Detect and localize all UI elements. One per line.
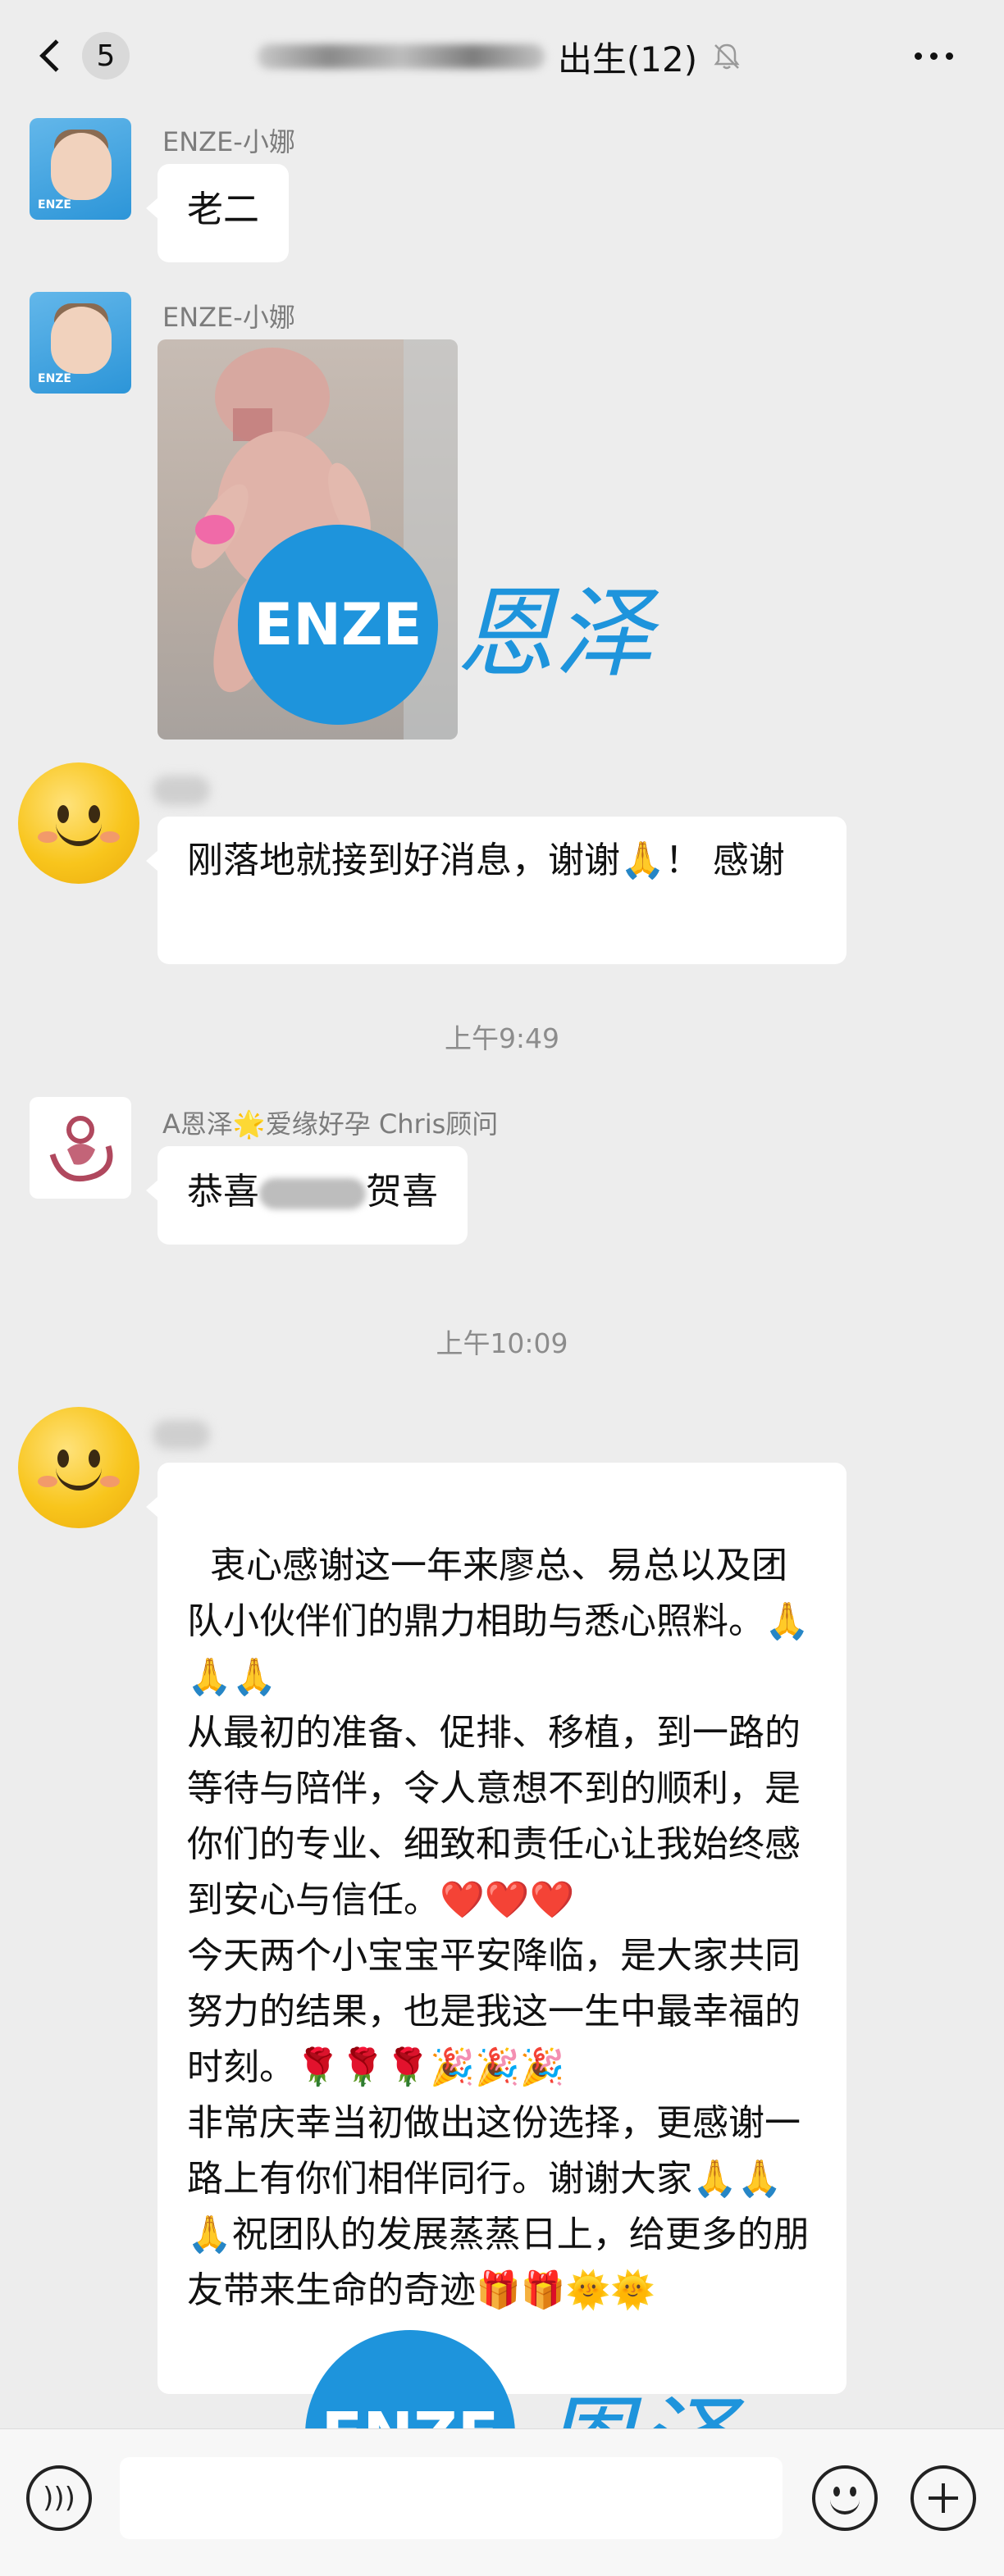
sender-name: ENZE-小娜 <box>162 126 295 157</box>
message-bubble[interactable]: 刚落地就接到好消息，谢谢🙏！ 感谢 <box>146 817 847 964</box>
enze-watermark: ENZE 恩泽 <box>238 525 653 725</box>
chat-header: 5 出生(12) <box>0 0 1004 112</box>
voice-icon[interactable]: ))) <box>26 2465 92 2531</box>
sender-name: ENZE-小娜 <box>162 302 295 333</box>
message-bubble[interactable]: 恭喜 贺喜 <box>146 1146 468 1245</box>
message-text: 老二 <box>187 189 259 230</box>
input-bar: ))) <box>0 2428 1004 2576</box>
watermark-chinese: 恩泽 <box>456 577 653 691</box>
avatar-enze-xiaona[interactable]: ENZE <box>30 292 131 394</box>
more-dots-icon[interactable] <box>901 31 966 80</box>
blurred-title-part <box>257 44 545 69</box>
message-text-start: 恭喜 <box>187 1171 259 1213</box>
avatar-chris[interactable] <box>30 1097 131 1199</box>
back-button[interactable]: 5 <box>33 31 139 80</box>
sender-name: A恩泽🌟爱缘好孕 Chris顾问 <box>162 1108 499 1140</box>
avatar-smiley[interactable] <box>18 1407 139 1528</box>
message-text: 刚落地就接到好消息，谢谢🙏！ 感谢 <box>187 840 785 881</box>
chevron-left-icon <box>39 39 72 72</box>
blurred-sender-name <box>153 776 210 805</box>
message-bubble[interactable]: 老二 <box>146 164 289 262</box>
message-input[interactable] <box>120 2457 783 2539</box>
avatar-enze-xiaona[interactable]: ENZE <box>30 118 131 220</box>
group-title[interactable]: 出生(12) <box>246 30 755 84</box>
blurred-mention <box>259 1178 366 1209</box>
emoji-icon[interactable] <box>812 2465 878 2531</box>
message-text: 衷心感谢这一年来廖总、易总以及团队小伙伴们的鼎力相助与悉心照料。🙏🙏🙏 从最初的… <box>187 1545 810 2311</box>
message-text-end: 贺喜 <box>366 1171 438 1213</box>
group-title-text: 出生(12) <box>557 39 698 80</box>
watermark-circle: ENZE <box>238 525 438 725</box>
blurred-sender-name <box>153 1420 210 1450</box>
bell-off-icon <box>714 43 740 70</box>
timestamp: 上午10:09 <box>436 1327 568 1359</box>
unread-count-badge: 5 <box>82 32 130 80</box>
enze-logo-icon <box>49 1116 113 1182</box>
plus-icon[interactable] <box>910 2465 976 2531</box>
message-bubble[interactable]: 衷心感谢这一年来廖总、易总以及团队小伙伴们的鼎力相助与悉心照料。🙏🙏🙏 从最初的… <box>146 1463 847 2394</box>
timestamp: 上午9:49 <box>444 1022 560 1054</box>
avatar-smiley[interactable] <box>18 762 139 884</box>
